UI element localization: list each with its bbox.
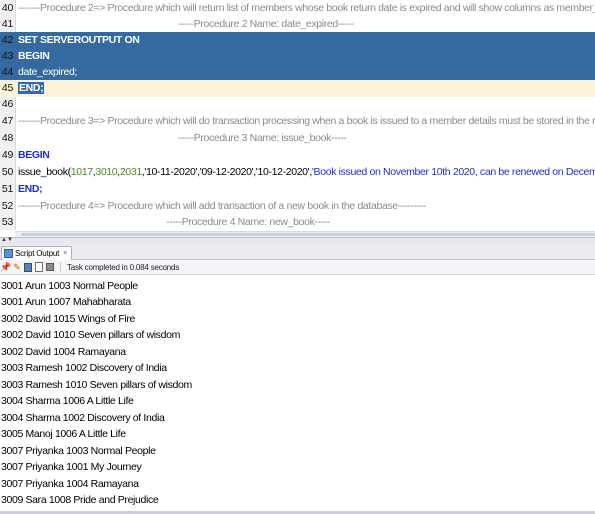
script-output-area[interactable]: 3001 Arun 1003 Normal People 3001 Arun 1… <box>0 276 595 512</box>
collapse-arrows-icon[interactable]: ▲▼ <box>1 237 13 244</box>
output-row: 3004 Sharma 1006 A Little Life <box>1 395 134 407</box>
tab-script-output[interactable]: Script Output × <box>1 246 73 260</box>
print-icon[interactable] <box>46 263 54 271</box>
editor-line-40[interactable]: 40 -------Procedure 2=> Procedure which … <box>0 0 595 17</box>
comment-text: -----Procedure 3 Name: issue_book----- <box>178 132 347 144</box>
line-number: 51 <box>1 183 13 195</box>
editor-line-45[interactable]: 45 END; <box>0 80 595 97</box>
pin-icon[interactable]: 📌 <box>0 262 11 272</box>
comment-text: -------Procedure 3=> Procedure which wil… <box>18 115 595 127</box>
code-text: END; <box>18 82 45 94</box>
tab-label: Script Output <box>15 249 60 258</box>
editor-line-48[interactable]: 48 -----Procedure 3 Name: issue_book----… <box>0 130 595 147</box>
editor-line-44[interactable]: 44 date_expired; <box>0 64 595 81</box>
line-number: 52 <box>1 200 13 212</box>
output-row: 3007 Priyanka 1003 Normal People <box>1 445 156 457</box>
output-row: 3002 David 1015 Wings of Fire <box>1 313 136 325</box>
output-row: 3005 Manoj 1006 A Little Life <box>1 428 126 440</box>
line-number: 40 <box>1 2 13 14</box>
comment-text: -----Procedure 4 Name: new_book----- <box>166 216 331 228</box>
editor-line-52[interactable]: 52 -------Procedure 4=> Procedure which … <box>0 198 595 215</box>
code-text: date_expired; <box>18 66 78 78</box>
string-literal: 'Book issued on November 10th 2020, can … <box>311 166 595 178</box>
code-text: END; <box>18 183 43 195</box>
output-tab-bar: Script Output × <box>0 245 595 260</box>
comment-text: -------Procedure 2=> Procedure which wil… <box>18 2 595 14</box>
save-icon[interactable] <box>24 262 32 272</box>
line-number: 44 <box>1 66 13 78</box>
line-number: 48 <box>1 132 13 144</box>
code-editor[interactable]: 40 -------Procedure 2=> Procedure which … <box>0 0 595 230</box>
line-number: 46 <box>1 98 13 110</box>
document-icon[interactable] <box>35 262 43 272</box>
close-icon[interactable]: × <box>63 250 67 257</box>
output-toolbar: 📌 ✎ Task completed in 0.084 seconds <box>0 260 595 275</box>
editor-line-43[interactable]: 43 BEGIN <box>0 48 595 65</box>
line-number: 50 <box>1 166 13 178</box>
scrollbar-thumb[interactable] <box>21 233 595 236</box>
eraser-icon[interactable]: ✎ <box>13 262 21 272</box>
editor-line-42[interactable]: 42 SET SERVEROUTPUT ON <box>0 32 595 49</box>
line-number: 42 <box>1 34 13 46</box>
output-row: 3009 Sara 1008 Pride and Prejudice <box>1 494 159 506</box>
output-row: 3003 Ramesh 1002 Discovery of India <box>1 362 167 374</box>
output-row: 3007 Priyanka 1004 Ramayana <box>1 478 139 490</box>
comment-text: -------Procedure 4=> Procedure which wil… <box>18 200 427 212</box>
output-row: 3003 Ramesh 1010 Seven pillars of wisdom <box>1 379 192 391</box>
editor-line-50[interactable]: 50 issue_book(1017,3010,2031,'10-11-2020… <box>0 164 595 181</box>
script-output-icon <box>4 249 13 258</box>
output-row: 3002 David 1004 Ramayana <box>1 346 126 358</box>
line-number: 47 <box>1 115 13 127</box>
output-row: 3001 Arun 1003 Normal People <box>1 280 138 292</box>
toolbar-divider <box>60 262 61 272</box>
code-text: BEGIN <box>18 149 50 161</box>
code-text: BEGIN <box>18 50 50 62</box>
number-literal: 1017 <box>70 166 93 178</box>
editor-line-49[interactable]: 49 BEGIN <box>0 147 595 164</box>
line-number: 53 <box>1 216 13 228</box>
code-text: issue_book(1017,3010,2031,'10-11-2020','… <box>18 164 595 181</box>
output-row: 3007 Priyanka 1001 My Journey <box>1 461 142 473</box>
code-text: SET SERVEROUTPUT ON <box>18 34 140 46</box>
output-row: 3001 Arun 1007 Mahabharata <box>1 296 131 308</box>
line-number: 43 <box>1 50 13 62</box>
number-literal: 3010 <box>95 166 118 178</box>
line-number: 45 <box>1 82 13 94</box>
comment-text: -----Procedure 2 Name: date_expired----- <box>178 18 354 30</box>
output-row: 3002 David 1010 Seven pillars of wisdom <box>1 329 180 341</box>
line-number: 49 <box>1 149 13 161</box>
editor-line-51[interactable]: 51 END; <box>0 181 595 198</box>
editor-line-47[interactable]: 47 -------Procedure 3=> Procedure which … <box>0 113 595 130</box>
output-row: 3004 Sharma 1002 Discovery of India <box>1 412 165 424</box>
line-number: 41 <box>1 18 13 30</box>
task-status-text: Task completed in 0.084 seconds <box>67 262 180 272</box>
date-literals: ,'10-11-2020','09-12-2020','10-12-2020', <box>141 166 312 178</box>
function-name: issue_book( <box>18 166 71 178</box>
editor-line-41[interactable]: 41 -----Procedure 2 Name: date_expired--… <box>0 16 595 33</box>
editor-line-53[interactable]: 53 -----Procedure 4 Name: new_book----- <box>0 214 595 230</box>
editor-line-46[interactable]: 46 <box>0 96 595 113</box>
number-literal: 2031 <box>119 166 142 178</box>
